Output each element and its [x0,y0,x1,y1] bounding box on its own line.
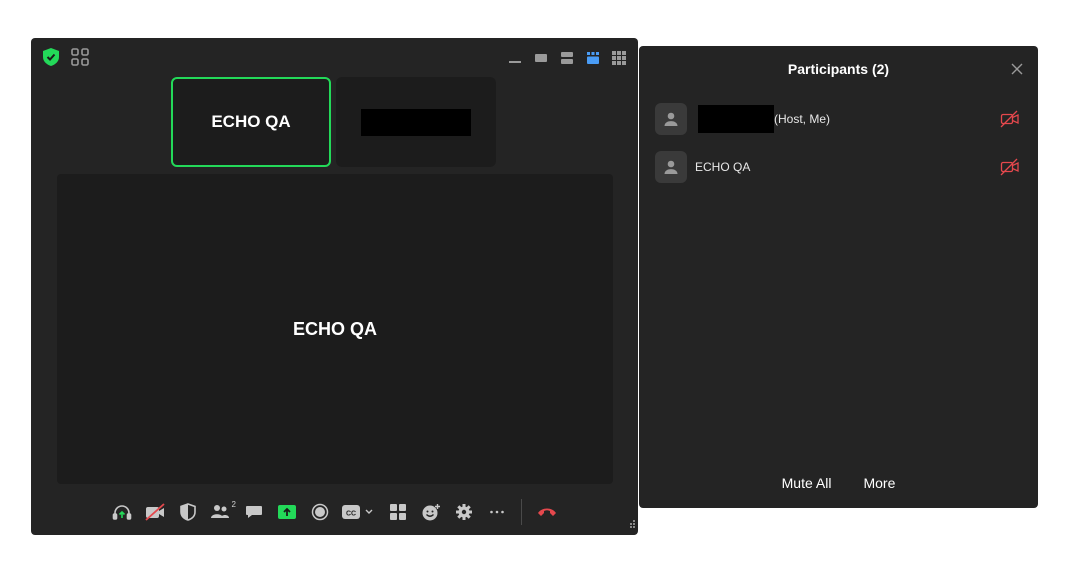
captions-icon[interactable]: CC [340,502,378,522]
toolbar-divider [521,499,522,525]
redacted-name-block [361,108,471,136]
view-switcher [506,49,628,67]
participant-role-tag: (Host, Me) [774,112,831,126]
resize-grip-icon[interactable] [628,515,636,533]
meeting-toolbar: 2 CC [109,499,567,525]
participants-actions: Mute All More [639,475,1038,491]
encryption-shield-icon[interactable] [43,48,59,71]
audio-headphones-icon[interactable] [109,502,135,522]
security-shield-icon[interactable] [175,502,201,522]
thumbnail-name: ECHO QA [211,112,291,131]
leave-meeting-icon[interactable] [534,502,560,522]
stacked-view-icon[interactable] [558,49,576,67]
participant-row[interactable]: ECHO QA [655,143,1020,191]
minimize-view-icon[interactable] [506,49,524,67]
svg-text:CC: CC [346,511,356,518]
more-button[interactable]: More [863,475,895,491]
meeting-topbar-left [43,48,89,71]
avatar-icon [655,103,687,135]
active-speaker-name: ECHO QA [292,318,377,339]
speaker-view-icon[interactable] [532,49,550,67]
participant-name: (Host, Me) [695,105,830,133]
settings-gear-icon[interactable] [451,502,477,522]
close-icon[interactable] [1010,62,1024,76]
video-off-icon[interactable] [142,502,168,522]
active-speaker-video[interactable]: ECHO QA [57,174,613,484]
participants-panel: Participants (2) (Host, Me) ECHO QA Mute… [639,46,1038,508]
apps-icon[interactable] [385,502,411,522]
participants-panel-title: Participants (2) [787,61,890,77]
participant-thumbnail[interactable] [336,77,496,167]
participant-name: ECHO QA [695,160,751,174]
chat-icon[interactable] [241,502,267,522]
thumbnail-strip-view-icon[interactable] [584,49,602,67]
video-off-icon[interactable] [1000,158,1020,176]
participant-row[interactable]: (Host, Me) [655,95,1020,143]
avatar-icon [655,151,687,183]
gallery-view-icon[interactable] [610,49,628,67]
redacted-name-block [698,105,774,133]
more-options-icon[interactable] [484,502,510,522]
reactions-icon[interactable] [418,502,444,522]
mute-all-button[interactable]: Mute All [782,475,832,491]
participant-thumbnail-active[interactable]: ECHO QA [171,77,331,167]
share-screen-icon[interactable] [274,502,300,522]
meeting-window: ECHO QA ECHO QA 2 CC [31,38,638,535]
record-icon[interactable] [307,502,333,522]
participants-icon[interactable]: 2 [208,500,236,522]
participants-count-badge: 2 [231,500,236,509]
video-off-icon[interactable] [1000,110,1020,128]
meeting-info-grid-icon[interactable] [71,48,89,71]
participants-list: (Host, Me) ECHO QA [655,95,1020,191]
